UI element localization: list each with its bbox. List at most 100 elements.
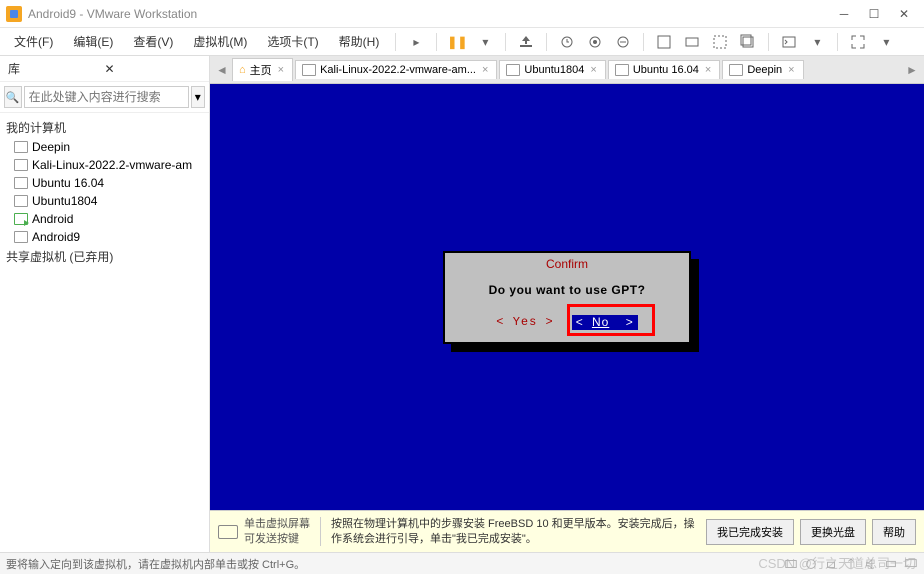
toolbar-separator — [505, 33, 506, 51]
keyboard-icon — [218, 525, 238, 539]
console-icon[interactable] — [777, 30, 801, 54]
tab-kali[interactable]: Kali-Linux-2022.2-vmware-am... × — [295, 60, 497, 79]
dropdown-fullscreen[interactable]: ▾ — [874, 30, 898, 54]
tab-home[interactable]: ⌂ 主页 × — [232, 58, 293, 81]
menu-help[interactable]: 帮助(H) — [331, 29, 388, 54]
tab-ubuntu1804[interactable]: Ubuntu1804× — [499, 60, 605, 79]
install-hint-bar: 单击虚拟屏幕可发送按键 按照在物理计算机中的步骤安装 FreeBSD 10 和更… — [210, 510, 924, 552]
toolbar-separator — [436, 33, 437, 51]
status-text: 要将输入定向到该虚拟机，请在虚拟机内部单击或按 Ctrl+G。 — [6, 556, 305, 572]
upload-icon[interactable] — [514, 30, 538, 54]
vm-icon — [302, 64, 316, 76]
sound-icon — [864, 557, 878, 571]
vm-icon — [14, 213, 28, 225]
tab-label: 主页 — [250, 62, 272, 78]
search-dropdown-button[interactable]: ▾ — [191, 86, 205, 108]
printer-icon — [884, 557, 898, 571]
window-title: Android9 - VMware Workstation — [28, 7, 830, 21]
usb-icon — [844, 557, 858, 571]
tab-deepin[interactable]: Deepin× — [722, 60, 803, 79]
hint-buttons: 我已完成安装 更换光盘 帮助 — [706, 519, 916, 545]
sidebar-title: 库 — [8, 60, 101, 77]
vm-screen[interactable]: Confirm Do you want to use GPT? < Yes > … — [210, 84, 924, 510]
snapshot-icon[interactable] — [555, 30, 579, 54]
vm-tree: 我的计算机 Deepin Kali-Linux-2022.2-vmware-am… — [0, 113, 209, 552]
app-icon — [6, 6, 22, 22]
tabs-prev-button[interactable]: ◄ — [214, 63, 230, 77]
done-install-button[interactable]: 我已完成安装 — [706, 519, 794, 545]
vm-icon — [506, 64, 520, 76]
dropdown-button[interactable]: ▾ — [473, 30, 497, 54]
toolbar-separator — [768, 33, 769, 51]
tree-label: Deepin — [32, 140, 70, 154]
dialog-buttons: < Yes > < No > — [445, 301, 689, 342]
tab-close-button[interactable]: × — [786, 64, 796, 76]
menu-vm[interactable]: 虚拟机(M) — [185, 29, 255, 54]
snapshot-revert-icon[interactable] — [611, 30, 635, 54]
sidebar-close-button[interactable]: ✕ — [101, 62, 202, 76]
menu-view[interactable]: 查看(V) — [125, 29, 181, 54]
view-single-icon[interactable] — [652, 30, 676, 54]
snapshot-manage-icon[interactable] — [583, 30, 607, 54]
change-disc-button[interactable]: 更换光盘 — [800, 519, 866, 545]
toolbar-separator — [837, 33, 838, 51]
close-button[interactable]: ✕ — [890, 4, 918, 24]
tab-ubuntu1604[interactable]: Ubuntu 16.04 × — [608, 60, 721, 79]
network-icon — [824, 557, 838, 571]
tree-item-ubuntu1604[interactable]: Ubuntu 16.04 — [2, 174, 207, 192]
help-button[interactable]: 帮助 — [872, 519, 916, 545]
vm-icon — [729, 64, 743, 76]
window-controls: ─ ☐ ✕ — [830, 4, 918, 24]
tree-shared[interactable]: 共享虚拟机 (已弃用) — [2, 246, 207, 267]
disk-icon — [784, 557, 798, 571]
vm-icon — [14, 159, 28, 171]
tree-label: Android — [32, 212, 73, 226]
hint-click-prompt: 单击虚拟屏幕可发送按键 — [218, 517, 310, 546]
dialog-title: Confirm — [445, 253, 689, 275]
tree-root[interactable]: 我的计算机 — [2, 117, 207, 138]
home-icon: ⌂ — [239, 64, 246, 76]
hint-main-text: 按照在物理计算机中的步骤安装 FreeBSD 10 和更早版本。安装完成后，操作… — [320, 517, 696, 546]
play-button[interactable]: ▸ — [404, 30, 428, 54]
display-icon — [904, 557, 918, 571]
titlebar: Android9 - VMware Workstation ─ ☐ ✕ — [0, 0, 924, 28]
tabs-next-button[interactable]: ► — [904, 63, 920, 77]
menu-edit[interactable]: 编辑(E) — [65, 29, 121, 54]
view-unity-icon[interactable] — [736, 30, 760, 54]
tree-item-deepin[interactable]: Deepin — [2, 138, 207, 156]
vm-icon — [14, 195, 28, 207]
search-icon[interactable]: 🔍 — [4, 86, 22, 108]
tree-item-kali[interactable]: Kali-Linux-2022.2-vmware-am — [2, 156, 207, 174]
toolbar-separator — [643, 33, 644, 51]
tree-label: Ubuntu1804 — [32, 194, 97, 208]
tab-close-button[interactable]: × — [276, 64, 286, 76]
tab-close-button[interactable]: × — [703, 64, 713, 76]
minimize-button[interactable]: ─ — [830, 4, 858, 24]
sidebar: 库 ✕ 🔍 ▾ 我的计算机 Deepin Kali-Linux-2022.2-v… — [0, 56, 210, 552]
menu-file[interactable]: 文件(F) — [6, 29, 61, 54]
menu-tabs[interactable]: 选项卡(T) — [259, 29, 326, 54]
dropdown-console[interactable]: ▾ — [805, 30, 829, 54]
sidebar-header: 库 ✕ — [0, 56, 209, 82]
tab-label: Ubuntu 16.04 — [633, 64, 699, 76]
tree-item-android[interactable]: Android — [2, 210, 207, 228]
view-thumb-icon[interactable] — [680, 30, 704, 54]
fullscreen-icon[interactable] — [846, 30, 870, 54]
dialog-no-button[interactable]: < No > — [572, 315, 638, 330]
tab-label: Kali-Linux-2022.2-vmware-am... — [320, 64, 476, 76]
status-icons — [784, 557, 918, 571]
dialog-yes-button[interactable]: < Yes > — [496, 315, 553, 330]
tree-item-ubuntu1804[interactable]: Ubuntu1804 — [2, 192, 207, 210]
tree-item-android9[interactable]: Android9 — [2, 228, 207, 246]
search-input[interactable] — [24, 86, 189, 108]
tab-close-button[interactable]: × — [480, 64, 490, 76]
vm-icon — [615, 64, 629, 76]
toolbar-separator — [395, 33, 396, 51]
maximize-button[interactable]: ☐ — [860, 4, 888, 24]
tree-label: Android9 — [32, 230, 80, 244]
tab-close-button[interactable]: × — [588, 64, 598, 76]
content-area: ◄ ⌂ 主页 × Kali-Linux-2022.2-vmware-am... × U… — [210, 56, 924, 552]
view-stretch-icon[interactable] — [708, 30, 732, 54]
menubar: 文件(F) 编辑(E) 查看(V) 虚拟机(M) 选项卡(T) 帮助(H) ▸ … — [0, 28, 924, 56]
pause-button[interactable]: ❚❚ — [445, 30, 469, 54]
